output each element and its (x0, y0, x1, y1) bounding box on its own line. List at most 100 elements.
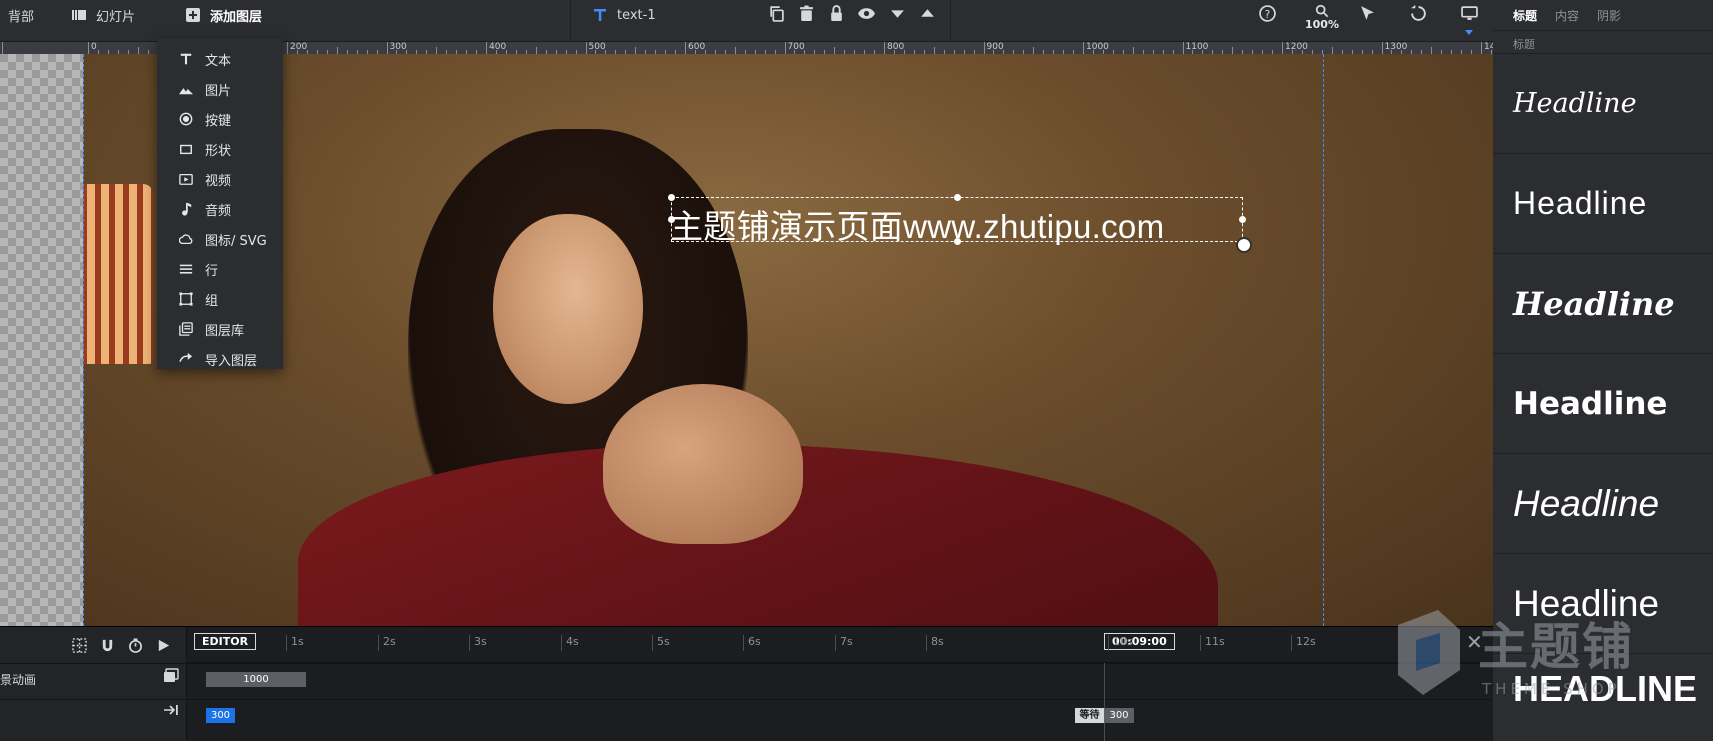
menu-item-label: 导入图层 (205, 353, 258, 369)
headline-preset[interactable]: Headline (1493, 254, 1713, 354)
svg-text:?: ? (1264, 7, 1270, 20)
text-layer-content[interactable]: 主题铺演示页面www.zhutipu.com (670, 200, 1164, 248)
headline-preset[interactable]: Headline (1493, 54, 1713, 154)
duplicate-button[interactable] (765, 4, 787, 26)
resize-handle[interactable] (668, 194, 675, 201)
audio-icon (177, 200, 195, 218)
ruler-label: 1000 (1086, 42, 1109, 52)
layer-name: text-1 (617, 7, 656, 23)
rotate-handle-icon[interactable] (1236, 237, 1252, 253)
resize-handle[interactable] (954, 194, 961, 201)
undo-button[interactable] (1407, 4, 1429, 26)
selected-text-layer[interactable]: 主题铺演示页面www.zhutipu.com (668, 194, 1252, 253)
add-layer-label: 添加图层 (210, 9, 263, 25)
ruler-label: 600 (688, 42, 706, 52)
tab-1[interactable]: 内容 (1555, 7, 1579, 24)
ruler-label: 400 (489, 42, 507, 52)
resize-handle[interactable] (1239, 216, 1246, 223)
headline-preset[interactable]: Headline (1493, 454, 1713, 554)
ruler-label: 1100 (1185, 42, 1209, 52)
menu-item-image[interactable]: 图片 (157, 74, 283, 104)
top-toolbar: 背部 幻灯片 添加图层 text-1 ? 100% (0, 0, 1493, 42)
lock-button[interactable] (825, 4, 847, 26)
eye-icon (857, 5, 875, 26)
row-icon (177, 260, 195, 278)
menu-item-button[interactable]: 按键 (157, 104, 283, 134)
preview-active-indicator (1465, 30, 1473, 35)
playhead-line[interactable] (1104, 663, 1105, 741)
zoom-control[interactable]: 100% (1302, 4, 1342, 30)
start-time-chip[interactable]: 300 (206, 708, 235, 723)
ruler-label: 900 (986, 42, 1004, 52)
background-tab[interactable]: 背部 (8, 0, 34, 30)
stopwatch-icon[interactable] (126, 636, 144, 654)
menu-item-cloud[interactable]: 图标/ SVG (157, 224, 283, 254)
wait-chip[interactable]: 等待 (1075, 708, 1104, 723)
timeline-scale[interactable]: EDITOR 00:09:00 1s 2s 3s 4s 5s 6s 7s 8s 10s 11s 12… (188, 627, 1493, 663)
time-tick-label: 12s (1291, 635, 1316, 651)
monitor-icon (1460, 5, 1478, 26)
ruler-label: 0 (91, 42, 97, 52)
menu-item-label: 形状 (205, 143, 232, 159)
menu-item-group[interactable]: 组 (157, 284, 283, 314)
menu-item-label: 音频 (205, 203, 232, 219)
slides-icon (70, 6, 88, 24)
left-guide-line (83, 54, 84, 626)
preset-label: Headline (1513, 88, 1637, 119)
close-icon[interactable]: ✕ (1466, 630, 1483, 654)
headline-preset[interactable]: Headline (1493, 354, 1713, 454)
time-tick-label: 7s (835, 635, 853, 651)
preset-label: Headline (1513, 284, 1675, 323)
delete-button[interactable] (795, 4, 817, 26)
tab-0[interactable]: 标题 (1513, 7, 1537, 24)
menu-item-audio[interactable]: 音频 (157, 194, 283, 224)
tab-2[interactable]: 阴影 (1597, 7, 1621, 24)
play-icon[interactable] (154, 636, 172, 654)
preset-label: Headline (1513, 185, 1648, 221)
ruler-minor-tick (635, 47, 637, 54)
menu-item-video[interactable]: 视频 (157, 164, 283, 194)
preview-button[interactable] (1458, 4, 1480, 26)
image-stack-icon[interactable] (162, 667, 180, 685)
layer-name-selector[interactable]: text-1 (591, 0, 656, 30)
text-layer-icon (591, 6, 609, 24)
slides-tab[interactable]: 幻灯片 (70, 0, 135, 30)
move-up-button[interactable] (916, 4, 938, 26)
grid-icon[interactable] (70, 636, 88, 654)
text-icon (177, 50, 195, 68)
menu-item-shape[interactable]: 形状 (157, 134, 283, 164)
menu-item-import[interactable]: 导入图层 (157, 344, 283, 374)
menu-item-library[interactable]: 图层库 (157, 314, 283, 344)
resize-handle[interactable] (954, 238, 961, 245)
watermark-logo-icon (1398, 610, 1460, 695)
magnet-icon[interactable] (98, 636, 116, 654)
cloud-icon (177, 230, 195, 248)
menu-item-label: 图标/ SVG (205, 233, 267, 249)
row-divider (0, 663, 1493, 664)
style-tabs: 标题 内容 阴影 (1493, 0, 1713, 30)
select-tool-button[interactable] (1356, 4, 1378, 26)
animation-bar[interactable]: 1000 (206, 672, 306, 687)
menu-item-label: 图层库 (205, 323, 245, 339)
add-layer-button[interactable]: 添加图层 (184, 0, 262, 30)
lock-icon (828, 4, 845, 26)
time-tick-label: 4s (561, 635, 579, 651)
timeline-sidebar: 景动画 (0, 627, 187, 741)
arrow-to-end-icon[interactable] (162, 701, 180, 719)
menu-item-label: 图片 (205, 83, 232, 99)
time-tick-label: 5s (652, 635, 670, 651)
resize-handle[interactable] (668, 216, 675, 223)
trash-icon (798, 5, 815, 26)
headline-preset[interactable]: Headline (1493, 154, 1713, 254)
move-down-button[interactable] (886, 4, 908, 26)
editor-badge[interactable]: EDITOR (194, 633, 257, 650)
menu-item-label: 组 (205, 293, 219, 309)
ruler-minor-tick (137, 47, 139, 54)
help-button[interactable]: ? (1256, 4, 1278, 26)
end-time-chip[interactable]: 300 (1104, 708, 1134, 723)
visibility-button[interactable] (855, 4, 877, 26)
magnifier-icon (1315, 4, 1329, 18)
menu-item-row[interactable]: 行 (157, 254, 283, 284)
ruler-minor-tick (734, 47, 736, 54)
menu-item-text[interactable]: 文本 (157, 44, 283, 74)
